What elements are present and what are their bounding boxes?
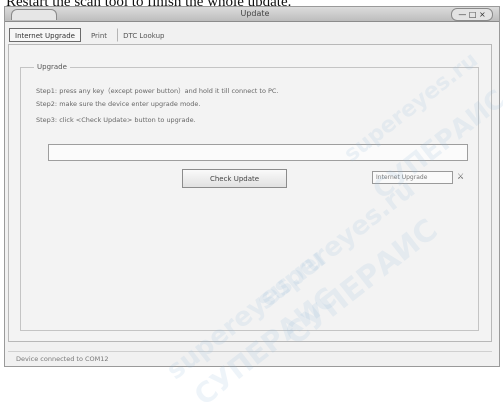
- path-field[interactable]: Internet Upgrade: [372, 171, 453, 184]
- tab-print[interactable]: Print: [85, 28, 113, 42]
- window-controls[interactable]: — □ ×: [451, 8, 493, 21]
- tab-internet-upgrade[interactable]: Internet Upgrade: [9, 28, 81, 42]
- titlebar-tab-shape: [11, 9, 57, 20]
- upgrade-group-label: Upgrade: [34, 62, 70, 72]
- step-1-text: Step1: press any key（except power button…: [36, 87, 279, 95]
- status-bar: Device connected to COM12: [8, 351, 492, 365]
- check-update-button[interactable]: Check Update: [182, 169, 287, 188]
- step-3-text: Step3: click <Check Update> button to up…: [36, 116, 196, 124]
- title-bar: Update — □ ×: [5, 7, 499, 22]
- window-title: Update: [240, 9, 270, 18]
- tab-dtc-lookup[interactable]: DTC Lookup: [117, 28, 170, 42]
- tab-strip: Internet Upgrade Print DTC Lookup: [9, 28, 175, 44]
- upgrade-progress-bar: [48, 144, 468, 161]
- step-2-text: Step2: make sure the device enter upgrad…: [36, 100, 201, 108]
- browse-icon[interactable]: ⚔: [457, 171, 467, 182]
